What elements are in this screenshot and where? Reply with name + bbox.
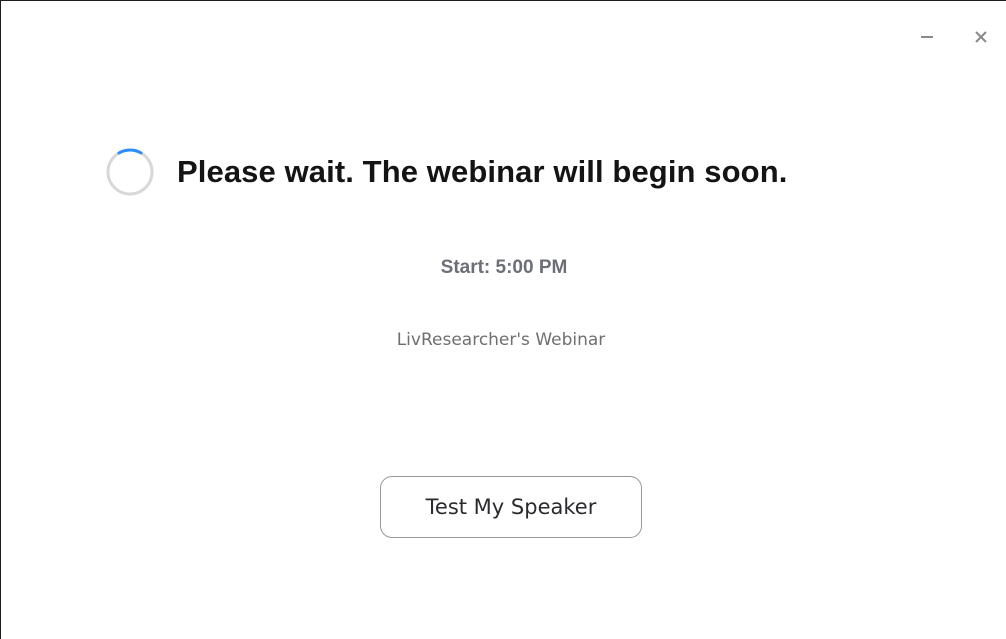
- test-speaker-button[interactable]: Test My Speaker: [380, 476, 642, 538]
- close-button[interactable]: [969, 25, 993, 49]
- minimize-icon: [921, 36, 933, 38]
- start-time: Start: 5:00 PM: [440, 257, 568, 278]
- close-icon: [975, 31, 987, 43]
- waiting-room-window: Please wait. The webinar will begin soon…: [0, 0, 1006, 639]
- minimize-button[interactable]: [915, 25, 939, 49]
- webinar-name: LivResearcher's Webinar: [396, 330, 606, 350]
- loading-spinner-icon: [106, 148, 154, 196]
- waiting-message: Please wait. The webinar will begin soon…: [177, 154, 788, 189]
- waiting-headline: Please wait. The webinar will begin soon…: [105, 147, 787, 197]
